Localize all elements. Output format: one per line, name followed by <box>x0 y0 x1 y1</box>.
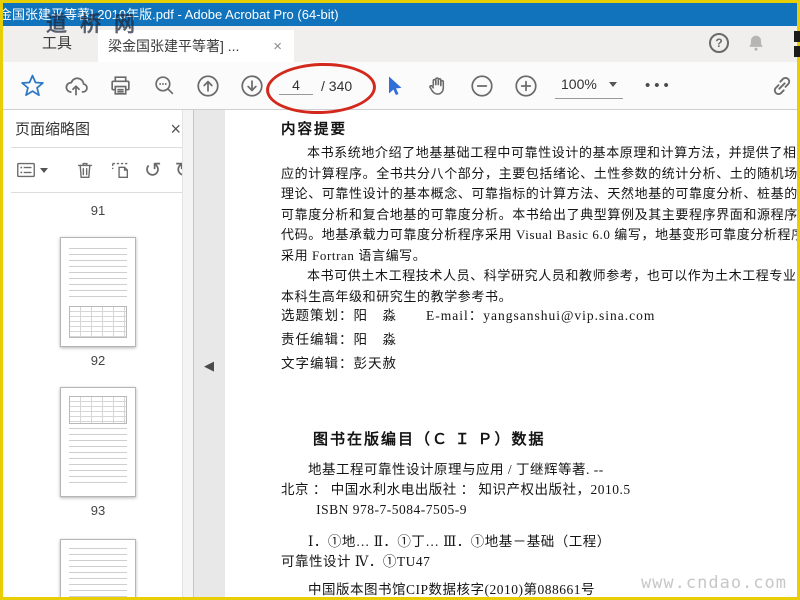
window-edge-artifact <box>794 31 800 42</box>
notification-bell-icon[interactable] <box>745 32 767 54</box>
thumbnail-options-button[interactable] <box>15 159 48 181</box>
pdf-page: 内容提要 本书系统地介绍了地基基础工程中可靠性设计的基本原理和计算方法，并提供了… <box>225 110 800 600</box>
panel-close-icon[interactable]: × <box>170 120 181 138</box>
cip-heading: 图书在版编目（Ｃ Ｉ Ｐ）数据 <box>313 432 546 448</box>
collapse-panel-icon[interactable]: ◀ <box>204 358 214 374</box>
selection-cursor-icon[interactable] <box>379 71 409 101</box>
summary-line: 采用 Fortran 语言编写。 <box>281 247 427 263</box>
page-thumbnails-panel: 页面缩略图 × ↺ ↻ 91 92 93 <box>3 110 194 597</box>
window-titlebar: 金国张建平等著] 2010年版.pdf - Adobe Acrobat Pro … <box>3 3 797 26</box>
cip-line: ISBN 978-7-5084-7505-9 <box>316 502 467 517</box>
credit-line: 文字编辑：彭天赦 <box>281 356 397 371</box>
summary-line: 本书系统地介绍了地基基础工程中可靠性设计的基本原理和计算方法，并提供了相 <box>307 145 797 160</box>
window-title: 金国张建平等著] 2010年版.pdf - Adobe Acrobat Pro … <box>3 7 339 22</box>
tab-document-label: 梁金国张建平等著] ... <box>108 38 240 54</box>
rotate-counterclockwise-icon[interactable]: ↺ <box>144 159 162 181</box>
chevron-down-icon <box>40 167 48 173</box>
tab-close-icon[interactable]: × <box>271 38 284 55</box>
thumbnail-label: 91 <box>90 203 106 218</box>
page-thumbnail[interactable] <box>60 387 136 497</box>
zoom-in-icon[interactable] <box>511 71 541 101</box>
more-options-icon[interactable]: ••• <box>645 62 673 109</box>
thumbnail-preview <box>69 428 127 486</box>
cip-line: 可靠性设计 Ⅳ．①TU47 <box>281 554 431 569</box>
thumbnail-preview <box>69 248 127 300</box>
thumbnail-label: 92 <box>90 353 106 368</box>
share-cloud-upload-icon[interactable] <box>61 71 91 101</box>
search-icon[interactable] <box>149 71 179 101</box>
content-summary-section: 内容提要 本书系统地介绍了地基基础工程中可靠性设计的基本原理和计算方法，并提供了… <box>281 118 800 307</box>
thumbnail-preview <box>69 548 127 597</box>
delete-pages-icon[interactable] <box>74 159 96 181</box>
zoom-level-field[interactable]: 100% <box>555 62 623 110</box>
thumbnail-label: 93 <box>90 503 106 518</box>
tab-tools[interactable]: 工具 <box>21 26 93 62</box>
summary-line: 理论、可靠性设计的基本概念、可靠指标的计算方法、天然地基的可靠度分析、桩基的 <box>281 186 798 201</box>
page-thumbnail[interactable] <box>60 539 136 597</box>
page-total-label: / 340 <box>321 77 353 94</box>
window-edge-artifact <box>794 46 800 57</box>
bookmark-star-icon[interactable] <box>17 71 47 101</box>
page-number-input[interactable] <box>279 76 313 95</box>
thumbnail-preview <box>69 396 127 424</box>
cip-line: 地基工程可靠性设计原理与应用 / 丁继辉等著. -- <box>308 462 604 477</box>
document-area: ◀ 内容提要 本书系统地介绍了地基基础工程中可靠性设计的基本原理和计算方法，并提… <box>194 110 800 600</box>
cip-line: 中国版本图书馆CIP数据核字(2010)第088661号 <box>308 582 595 597</box>
summary-line: 应的计算程序。全书共分八个部分，主要包括绪论、土性参数的统计分析、土的随机场 <box>281 165 798 181</box>
credits-section: 选题策划：阳 淼 E-mail：yangsanshui@vip.sina.com… <box>281 304 655 376</box>
summary-heading: 内容提要 <box>281 122 347 138</box>
thumbnail-preview <box>69 306 127 338</box>
credit-line: 选题策划：阳 淼 E-mail：yangsanshui@vip.sina.com <box>281 308 656 323</box>
share-link-icon[interactable] <box>769 71 795 101</box>
previous-page-icon[interactable] <box>193 71 223 101</box>
extract-pages-icon[interactable] <box>109 159 131 181</box>
chevron-down-icon <box>608 81 617 87</box>
help-icon[interactable]: ? <box>709 33 729 53</box>
page-thumbnail[interactable] <box>60 237 136 347</box>
cip-line: Ⅰ．①地… Ⅱ．①丁… Ⅲ．①地基－基础（工程） <box>308 534 611 549</box>
page-number-field: / 340 <box>279 62 352 109</box>
zoom-level-value: 100% <box>561 76 597 92</box>
panel-scrollbar[interactable] <box>182 110 193 597</box>
zoom-out-icon[interactable] <box>467 71 497 101</box>
summary-line: 可靠度分析和复合地基的可靠度分析。本书给出了典型算例及其主要程序界面和源程序 <box>281 206 798 222</box>
credit-line: 责任编辑：阳 淼 <box>281 332 397 347</box>
hand-pan-icon[interactable] <box>423 71 453 101</box>
print-icon[interactable] <box>105 71 135 101</box>
cip-section: 地基工程可靠性设计原理与应用 / 丁继辉等著. -- 北京 ： 中国水利水电出版… <box>281 460 631 600</box>
next-page-icon[interactable] <box>237 71 267 101</box>
thumbnail-list: 91 92 93 <box>3 193 193 597</box>
cndao-watermark: www.cndao.com <box>640 573 787 593</box>
main-toolbar: / 340 100% ••• <box>3 62 797 110</box>
tab-document[interactable]: 梁金国张建平等著] ... × <box>98 30 294 62</box>
summary-line: 代码。地基承载力可靠度分析程序采用 Visual Basic 6.0 编写，地基… <box>281 227 800 242</box>
cip-line: 北京 ： 中国水利水电出版社 ： 知识产权出版社，2010.5 <box>281 482 631 497</box>
panel-title: 页面缩略图 <box>15 121 91 138</box>
tab-bar: 工具 梁金国张建平等著] ... × ? <box>3 26 797 62</box>
summary-line: 本书可供土木工程技术人员、科学研究人员和教师参考，也可以作为土木工程专业 <box>307 268 797 283</box>
